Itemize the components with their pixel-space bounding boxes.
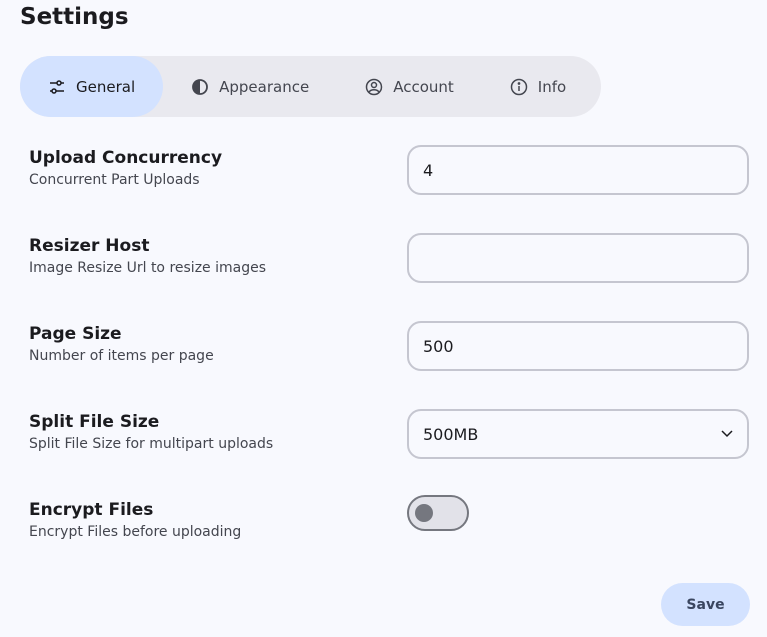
setting-subtitle: Image Resize Url to resize images bbox=[29, 260, 267, 276]
setting-title: Resizer Host bbox=[29, 236, 150, 256]
setting-page-size: Page Size Number of items per page bbox=[29, 324, 214, 364]
setting-encrypt-files: Encrypt Files Encrypt Files before upload… bbox=[29, 500, 241, 540]
setting-title: Encrypt Files bbox=[29, 500, 154, 520]
info-icon bbox=[510, 78, 528, 95]
tab-account[interactable]: Account bbox=[337, 56, 482, 117]
sliders-icon bbox=[50, 79, 64, 94]
tab-info[interactable]: Info bbox=[482, 56, 594, 117]
setting-subtitle: Number of items per page bbox=[29, 348, 214, 364]
tab-general[interactable]: General bbox=[20, 56, 164, 117]
split-file-size-select[interactable]: 500MB bbox=[407, 409, 749, 459]
setting-title: Upload Concurrency bbox=[29, 148, 223, 168]
setting-subtitle: Encrypt Files before uploading bbox=[29, 524, 242, 540]
tab-label: General bbox=[76, 77, 136, 96]
tab-label: Appearance bbox=[219, 77, 310, 96]
input-value: 4 bbox=[423, 160, 434, 180]
resizer-host-input[interactable] bbox=[407, 233, 749, 283]
page-size-input[interactable]: 500 bbox=[407, 321, 749, 371]
setting-title: Split File Size bbox=[29, 412, 160, 432]
setting-upload-concurrency: Upload Concurrency Concurrent Part Upload… bbox=[29, 148, 222, 188]
account-icon bbox=[365, 78, 383, 95]
setting-subtitle: Split File Size for multipart uploads bbox=[29, 436, 274, 452]
tab-appearance[interactable]: Appearance bbox=[163, 56, 337, 117]
save-button[interactable]: Save bbox=[661, 583, 750, 626]
input-value: 500 bbox=[423, 336, 454, 356]
page-title: Settings bbox=[20, 4, 129, 30]
select-value: 500MB bbox=[423, 424, 479, 444]
encrypt-files-toggle[interactable] bbox=[407, 495, 469, 531]
settings-tabs: General Appearance Account Info bbox=[20, 56, 601, 117]
setting-subtitle: Concurrent Part Uploads bbox=[29, 172, 200, 188]
setting-split-file-size: Split File Size Split File Size for multi… bbox=[29, 412, 273, 452]
tab-label: Account bbox=[393, 77, 454, 96]
tab-label: Info bbox=[537, 77, 567, 96]
toggle-knob bbox=[415, 504, 433, 522]
setting-title: Page Size bbox=[29, 324, 122, 344]
contrast-icon bbox=[192, 78, 209, 95]
chevron-down-icon bbox=[721, 430, 733, 438]
setting-resizer-host: Resizer Host Image Resize Url to resize i… bbox=[29, 236, 266, 276]
upload-concurrency-input[interactable]: 4 bbox=[407, 145, 749, 195]
